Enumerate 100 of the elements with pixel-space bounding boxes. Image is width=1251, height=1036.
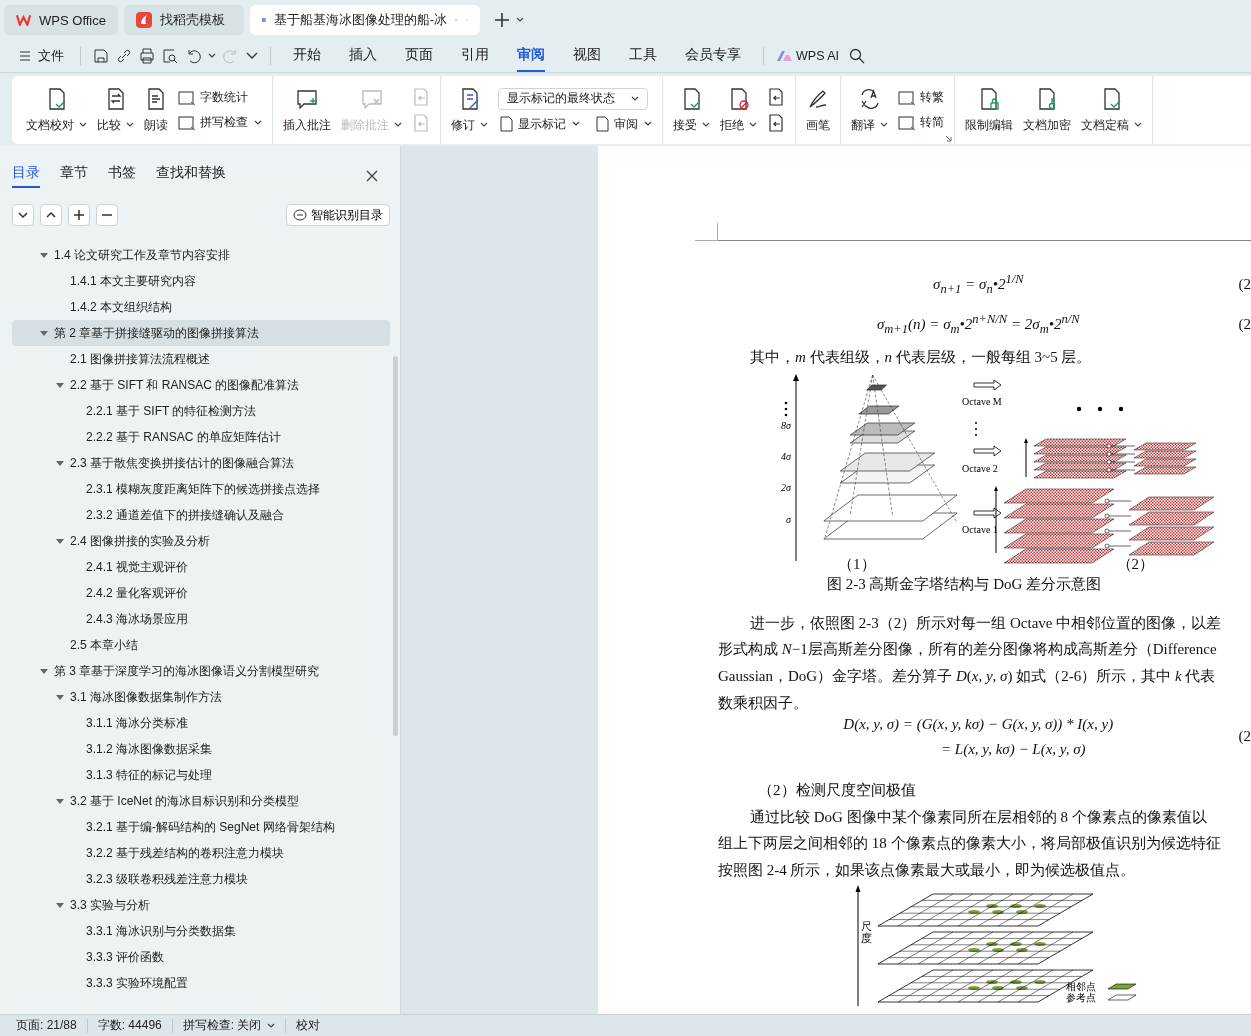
save-icon[interactable] — [93, 48, 109, 64]
browser-tab[interactable]: 找稻壳模板 — [124, 5, 244, 35]
menu-tab[interactable]: 页面 — [405, 40, 433, 72]
caret-down-icon[interactable] — [40, 667, 48, 675]
smart-toc-button[interactable]: 智能识别目录 — [286, 204, 390, 226]
ribbon-button[interactable]: 限制编辑 — [961, 82, 1017, 138]
ribbon-button[interactable]: 拒绝 — [716, 82, 761, 138]
toc-item[interactable]: 3.2.3 级联卷积残差注意力模块 — [12, 866, 390, 892]
add-button[interactable] — [68, 204, 90, 226]
ribbon-button[interactable]: 拼写检查 — [178, 114, 262, 131]
ribbon-button[interactable]: 文档定稿 — [1077, 82, 1146, 138]
caret-down-icon[interactable] — [56, 381, 64, 389]
proofread-button[interactable]: 校对 — [296, 1017, 331, 1034]
comment-nav-icon[interactable] — [767, 114, 785, 132]
page-count[interactable]: 页面: 21/88 — [16, 1017, 87, 1034]
caret-down-icon[interactable] — [56, 693, 64, 701]
toc-item[interactable]: 3.2.2 基于残差结构的卷积注意力模块 — [12, 840, 390, 866]
print-icon[interactable] — [139, 48, 155, 64]
browser-tab[interactable]: WPS Office — [4, 5, 118, 35]
toc-item[interactable]: 1.4 论文研究工作及章节内容安排 — [12, 242, 390, 268]
word-count[interactable]: 字数: 44496 — [97, 1017, 172, 1034]
toc-item[interactable]: 3.3.1 海冰识别与分类数据集 — [12, 918, 390, 944]
figure-caption: 图 2-3 高斯金字塔结构与 DoG 差分示意图 — [825, 574, 1103, 594]
toc-item[interactable]: 2.4 图像拼接的实验及分析 — [12, 528, 390, 554]
spellcheck-status[interactable]: 拼写检查: 关闭 — [182, 1017, 286, 1034]
collapse-up-button[interactable] — [40, 204, 62, 226]
toc-item[interactable]: 2.2.1 基于 SIFT 的特征检测方法 — [12, 398, 390, 424]
toc-item[interactable]: 1.4.1 本文主要研究内容 — [12, 268, 390, 294]
sidebar-tab[interactable]: 查找和替换 — [156, 164, 226, 188]
file-menu[interactable]: 文件 — [16, 47, 72, 65]
menu-tab[interactable]: 引用 — [461, 40, 489, 72]
ribbon-button[interactable]: 画笔 — [802, 82, 834, 138]
text-line: 数乘积因子。 — [718, 693, 809, 713]
comment-nav-icon[interactable] — [767, 88, 785, 106]
sidebar-tab[interactable]: 书签 — [108, 164, 136, 188]
toc-item[interactable]: 3.2.1 基于编-解码结构的 SegNet 网络骨架结构 — [12, 814, 390, 840]
new-tab-icon[interactable] — [494, 12, 510, 28]
toc-item[interactable]: 3.2 基于 IceNet 的海冰目标识别和分类模型 — [12, 788, 390, 814]
toc-item[interactable]: 2.3.2 通道差值下的拼接缝确认及融合 — [12, 502, 390, 528]
print-preview-icon[interactable] — [162, 48, 178, 64]
toc-item[interactable]: 3.1.3 特征的标记与处理 — [12, 762, 390, 788]
toc-item[interactable]: 2.2 基于 SIFT 和 RANSAC 的图像配准算法 — [12, 372, 390, 398]
menu-tab[interactable]: 视图 — [573, 40, 601, 72]
axis-label: σ — [786, 513, 791, 525]
toc-item[interactable]: 第 3 章基于深度学习的海冰图像语义分割模型研究 — [12, 658, 390, 684]
toc-item[interactable]: 2.4.1 视觉主观评价 — [12, 554, 390, 580]
toc-item[interactable]: 2.2.2 基于 RANSAC 的单应矩阵估计 — [12, 424, 390, 450]
toc-item[interactable]: 3.3.3 实验环境配置 — [12, 970, 390, 996]
caret-down-icon[interactable] — [56, 459, 64, 467]
remove-button[interactable] — [96, 204, 118, 226]
ribbon-button[interactable]: 接受 — [669, 82, 714, 138]
ribbon-button[interactable]: 翻译 — [847, 82, 892, 138]
toc-item[interactable]: 2.3 基于散焦变换拼接估计的图像融合算法 — [12, 450, 390, 476]
toc-item[interactable]: 3.1 海冰图像数据集制作方法 — [12, 684, 390, 710]
undo-icon[interactable] — [185, 48, 201, 64]
close-icon[interactable] — [366, 170, 378, 182]
toc-item[interactable]: 2.5 本章小结 — [12, 632, 390, 658]
toc-item[interactable]: 第 2 章基于拼接缝驱动的图像拼接算法 — [12, 320, 390, 346]
toc-item[interactable]: 2.1 图像拼接算法流程概述 — [12, 346, 390, 372]
link-icon[interactable] — [116, 48, 132, 64]
caret-down-icon[interactable] — [56, 797, 64, 805]
equation: σ$_{m+1}$(n) = σ$_{m}$•2$^{n+N/N}$ = 2σ$_{m}$•2$^{n/N}$ — [876, 310, 1080, 338]
ribbon-button[interactable]: 审阅 — [594, 115, 652, 133]
sidebar-tab[interactable]: 目录 — [12, 164, 40, 188]
sidebar-tab[interactable]: 章节 — [60, 164, 88, 188]
ribbon-button[interactable]: 文档校对 — [22, 82, 91, 138]
menu-tab[interactable]: 开始 — [293, 40, 321, 72]
ribbon-button[interactable]: 转繁 — [898, 89, 944, 106]
toc-item[interactable]: 3.1.2 海冰图像数据采集 — [12, 736, 390, 762]
toc-item[interactable]: 3.3 实验与分析 — [12, 892, 390, 918]
menu-tab[interactable]: 插入 — [349, 40, 377, 72]
toc-item[interactable]: 3.3.3 评价函数 — [12, 944, 390, 970]
toc-item[interactable]: 2.4.3 海冰场景应用 — [12, 606, 390, 632]
caret-icon — [880, 122, 888, 128]
caret-down-icon[interactable] — [56, 537, 64, 545]
ribbon-button[interactable]: 插入批注 — [279, 82, 335, 138]
toc-item[interactable]: 2.4.2 量化客观评价 — [12, 580, 390, 606]
ribbon-button[interactable]: 字数统计 — [178, 89, 262, 106]
ribbon-button[interactable]: 显示标记 — [498, 115, 580, 133]
dialog-launcher-icon[interactable] — [945, 135, 952, 142]
menu-tab[interactable]: 工具 — [629, 40, 657, 72]
toc-item[interactable]: 3.1.1 海冰分类标准 — [12, 710, 390, 736]
caret-down-icon[interactable] — [40, 329, 48, 337]
scrollbar-thumb[interactable] — [393, 356, 398, 736]
caret-down-icon[interactable] — [40, 251, 48, 259]
caret-down-icon[interactable] — [56, 901, 64, 909]
ribbon-button[interactable]: 修订 — [447, 82, 492, 138]
search-icon[interactable] — [849, 48, 866, 64]
menu-tab[interactable]: 会员专享 — [685, 40, 741, 72]
markup-dropdown[interactable]: 显示标记的最终状态 — [498, 87, 648, 110]
ribbon-button[interactable]: 朗读 — [140, 82, 172, 138]
more-icon[interactable] — [246, 52, 258, 60]
toc-item[interactable]: 2.3.1 模糊灰度距离矩阵下的候选拼接点选择 — [12, 476, 390, 502]
ribbon-button[interactable]: 转简 — [898, 114, 944, 131]
menu-tab[interactable]: 审阅 — [517, 40, 545, 72]
expand-down-button[interactable] — [12, 204, 34, 226]
ai-button[interactable]: WPS AI — [776, 49, 840, 63]
toc-item[interactable]: 1.4.2 本文组织结构 — [12, 294, 390, 320]
ribbon-button[interactable]: 文档加密 — [1019, 82, 1075, 138]
ribbon-button[interactable]: 比较 — [93, 82, 138, 138]
